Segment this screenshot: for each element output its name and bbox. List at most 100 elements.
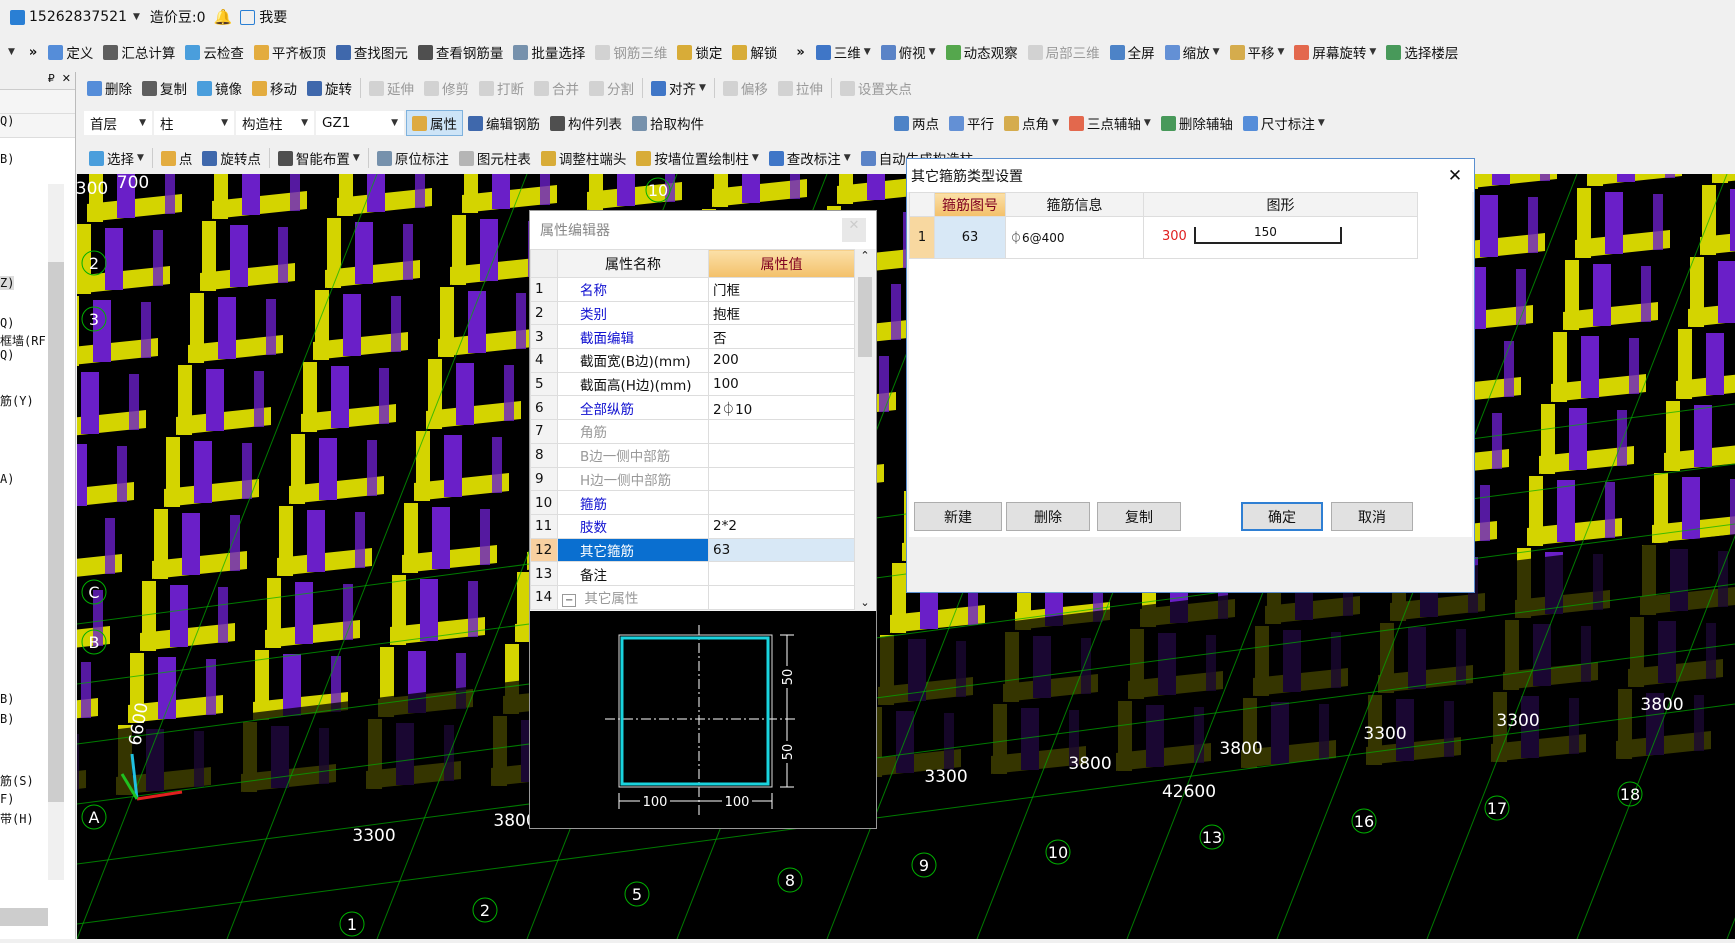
close-button[interactable]: ✕ [842,218,866,242]
stirrup-info-cell[interactable]: ⏀6@400 [1005,216,1144,259]
toolbar-button-fullscreen[interactable]: 全屏 [1105,39,1160,65]
table-row[interactable]: 7 角筋 [530,419,855,444]
property-value[interactable] [708,419,855,444]
chevron-down-icon[interactable]: ▼ [1369,47,1376,57]
toolbar-button-point-angle[interactable]: 点角 ▼ [999,110,1064,136]
horizontal-scrollbar[interactable] [0,908,48,926]
chevron-down-icon[interactable]: ▼ [844,153,851,163]
overflow-icon[interactable]: » [29,45,37,60]
chevron-down-icon[interactable]: ▼ [752,153,759,163]
table-row[interactable]: 11 肢数 2*2 [530,513,855,539]
toolbar-button-dimension[interactable]: 尺寸标注 ▼ [1238,110,1330,136]
cancel-button[interactable]: 取消 [1331,502,1413,531]
toolbar-button-adjust-end[interactable]: 调整柱端头 [536,145,632,171]
chevron-down-icon[interactable]: ▼ [353,153,360,163]
toolbar-button-rotate-screen[interactable]: 屏幕旋转 ▼ [1289,39,1381,65]
property-value[interactable]: 2⏀10 [708,395,855,421]
toolbar-button-batch-select[interactable]: 批量选择 [508,39,590,65]
collapse-icon[interactable]: − [562,594,577,608]
toolbar-button-stretch[interactable]: 拉伸 [773,75,828,101]
tree-item[interactable]: Q) [0,316,14,330]
tree-item[interactable]: Q) [0,348,14,362]
table-row[interactable]: 14− 其它属性 [530,584,855,610]
tree-item[interactable]: B) [0,692,14,706]
chevron-down-icon[interactable]: ▼ [1213,47,1220,57]
tree-item[interactable]: B) [0,152,14,166]
property-name[interactable]: H边一侧中部筋 [557,466,709,492]
toolbar-button-align-slab[interactable]: 平齐板顶 [249,39,331,65]
toolbar-button-merge[interactable]: 合并 [529,75,584,101]
property-value[interactable] [708,442,855,468]
account-dropdown[interactable]: 15262837521 [29,9,127,25]
toolbar-button-copy[interactable]: 复制 [137,75,192,101]
chevron-down-icon[interactable]: ▼ [137,153,144,163]
toolbar-button-lock[interactable]: 锁定 [672,39,727,65]
toolbar-button-edit-rebar[interactable]: 编辑钢筋 [463,110,545,136]
tree-item[interactable]: 框墙(RF [0,332,46,349]
property-name[interactable]: 备注 [557,561,709,586]
property-value[interactable]: 63 [708,537,855,563]
table-row[interactable]: 1 名称 门框 [530,277,855,302]
vertical-scrollbar[interactable] [48,184,64,880]
table-row[interactable]: 2 类别 抱框 [530,300,855,326]
tree-item[interactable]: 筋(Y) [0,392,34,409]
toolbar-button-column-table[interactable]: 图元柱表 [454,145,536,171]
property-name[interactable]: 截面编辑 [557,324,709,350]
toolbar-button-sigma[interactable]: 汇总计算 [98,39,180,65]
toolbar-button-point[interactable]: 点 [156,145,198,171]
toolbar-button-three-point-axis[interactable]: 三点辅轴 ▼ [1064,110,1156,136]
table-row[interactable]: 1 63 ⏀6@400 300 150 [909,216,1418,259]
toolbar-button-smart-layout[interactable]: 智能布置 ▼ [273,145,365,171]
toolbar-button-inplace-label[interactable]: 原位标注 [372,145,454,171]
property-value[interactable] [708,561,855,586]
toolbar-button-rebar-qty[interactable]: 查看钢筋量 [413,39,509,65]
toolbar-button-two-point-axis[interactable]: 两点 [889,110,944,136]
property-value[interactable]: 2*2 [708,513,855,539]
toolbar-button-trim[interactable]: 修剪 [419,75,474,101]
tree-item[interactable]: Q) [0,114,14,128]
table-row[interactable]: 13 备注 [530,561,855,586]
ok-button[interactable]: 确定 [1241,502,1323,531]
toolbar-button-rotate-point[interactable]: 旋转点 [197,145,266,171]
toolbar-button-floor-select[interactable]: 选择楼层 [1381,39,1463,65]
dialog-close-button[interactable]: ✕ [1440,166,1470,186]
property-value[interactable]: 200 [708,348,855,373]
chevron-down-icon[interactable]: ▼ [1278,47,1285,57]
toolbar-button-grip[interactable]: 设置夹点 [835,75,917,101]
table-row[interactable]: 6 全部纵筋 2⏀10 [530,395,855,421]
toolbar-button-wall-column[interactable]: 按墙位置绘制柱 ▼ [631,145,763,171]
chevron-down-icon[interactable]: ▼ [864,47,871,57]
toolbar-button-define[interactable]: 定义 [43,39,98,65]
tree-item[interactable]: Z) [0,276,15,290]
toolbar-button-delete-axis[interactable]: 删除辅轴 [1156,110,1238,136]
toolbar-button-move[interactable]: 移动 [247,75,302,101]
type-dropdown[interactable]: 柱 ▼ [154,111,234,135]
toolbar-button-binoculars[interactable]: 查找图元 [331,39,413,65]
table-row[interactable]: 5 截面高(H边)(mm) 100 [530,371,855,397]
property-name[interactable]: 截面高(H边)(mm) [557,371,709,397]
tree-item[interactable]: 筋(S) [0,772,34,789]
toolbar-button-cube[interactable]: 三维 ▼ [811,39,876,65]
beans-label[interactable]: 造价豆:0 [150,7,206,27]
table-row[interactable]: 12 其它箍筋 63 [530,537,855,563]
pin-icon[interactable]: ₽ [48,72,55,85]
toolbar-button-break[interactable]: 打断 [474,75,529,101]
property-value[interactable] [708,490,855,515]
property-name[interactable]: 其它箍筋 [557,537,709,563]
feedback-link[interactable]: 我要 [259,7,287,27]
floor-dropdown[interactable]: 首层 ▼ [84,111,152,135]
component-dropdown[interactable]: GZ1 ▼ [316,111,404,135]
chevron-down-icon[interactable]: ▼ [1144,118,1151,128]
table-row[interactable]: 3 截面编辑否 [530,324,855,350]
toolbar-button-rebar-3d[interactable]: 钢筋三维 [590,39,672,65]
property-name[interactable]: 全部纵筋 [557,395,709,421]
chevron-down-icon[interactable]: ▼ [929,47,936,57]
toolbar-button-orbit[interactable]: 动态观察 [941,39,1023,65]
property-value[interactable] [708,584,855,610]
toolbar-button-top-view[interactable]: 俯视 ▼ [876,39,941,65]
toolbar-button-align[interactable]: 对齐 ▼ [646,75,711,101]
table-row[interactable]: 8 B边一侧中部筋 [530,442,855,468]
property-name[interactable]: 角筋 [557,419,709,444]
stirrup-shape-cell[interactable]: 300 150 [1143,216,1418,259]
table-row[interactable]: 9 H边一侧中部筋 [530,466,855,492]
